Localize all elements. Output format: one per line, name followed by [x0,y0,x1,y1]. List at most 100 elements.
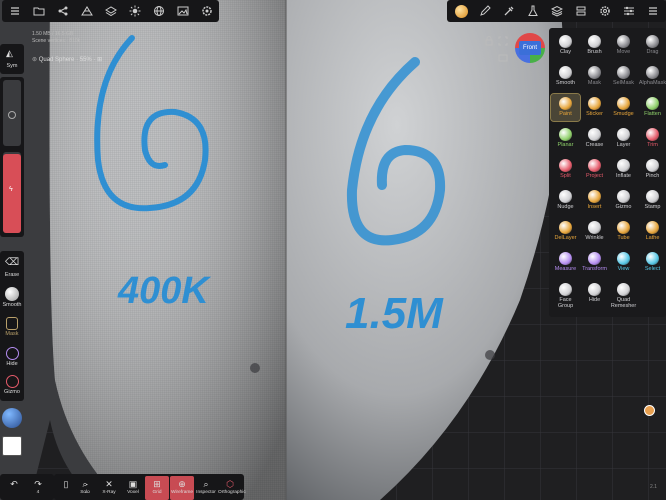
tool-gizmo[interactable]: Gizmo [2,375,22,395]
tool-drag[interactable]: Drag [638,32,666,59]
tool-view[interactable]: View [609,249,638,276]
sun-icon[interactable] [127,3,143,19]
tool-selmask[interactable]: SelMask [609,63,638,90]
tool-crease[interactable]: Crease [580,125,609,152]
tool-transform[interactable]: Transform [580,249,609,276]
tool-mask[interactable]: Mask [580,63,609,90]
layers-alt-icon[interactable] [573,3,589,19]
gear-icon[interactable] [597,3,613,19]
select-icon [646,252,659,265]
menu-icon[interactable] [645,3,661,19]
tool-alphamask[interactable]: AlphaMask [638,63,666,90]
bottom-btn-voxel[interactable]: ▣ Voxel [121,476,145,500]
material-icon[interactable] [453,3,469,19]
share-icon[interactable] [55,3,71,19]
tool-hide[interactable]: Hide [580,280,609,307]
tool-select[interactable]: Select [638,249,666,276]
sym-button[interactable]: ◭ Sym [0,44,24,74]
folder-icon[interactable] [31,3,47,19]
tool-label: SelMask [612,80,635,86]
mesh-icon[interactable] [79,3,95,19]
flask-icon[interactable] [525,3,541,19]
bottom-btn-inspector[interactable]: ⌕ Inspector [194,476,218,500]
tool-label: Tube [617,235,630,241]
settings-icon[interactable] [199,3,215,19]
tool-split[interactable]: Split [551,156,580,183]
tool-quad-remesher[interactable]: Quad Remesher [609,280,638,309]
tool-trim[interactable]: Trim [638,125,666,152]
scene-object-name[interactable]: ⊛ Quad Sphere · 55% · ⊞ [32,56,102,63]
selmask-icon [617,66,630,79]
tool-layer[interactable]: Layer [609,125,638,152]
bottom-btn-solo[interactable]: ⌕ Solo [73,476,97,500]
tool-mask-label: Mask [5,331,19,337]
tool-hide[interactable]: Hide [2,347,22,367]
tool-measure[interactable]: Measure [551,249,580,276]
tool-move[interactable]: Move [609,32,638,59]
image-icon[interactable] [175,3,191,19]
tool-label: Trim [647,142,658,148]
eyedropper-icon[interactable] [501,3,517,19]
material-sphere[interactable] [2,408,22,428]
tool-pinch[interactable]: Pinch [638,156,666,183]
size-slider-handle[interactable] [8,111,16,119]
size-slider[interactable] [3,80,21,146]
tool-flatten[interactable]: Flatten [638,94,666,121]
tool-clay[interactable]: Clay [551,32,580,59]
view-gizmo[interactable]: Front [515,33,545,63]
corner-label: 2.1 [650,484,657,490]
tool-mask[interactable]: Mask [2,317,22,337]
tool-smudge[interactable]: Smudge [609,94,638,121]
alphamask-icon [646,66,659,79]
bottom-btn-xray[interactable]: ✕ X-Ray [97,476,121,500]
mask-icon [588,66,601,79]
drag-icon [646,35,659,48]
tool-tube[interactable]: Tube [609,218,638,245]
crease-icon [588,128,601,141]
tube-icon [617,221,630,234]
tool-smooth[interactable]: Smooth [2,287,22,308]
quad-remesher-icon [617,283,630,296]
tool-dellayer[interactable]: DelLayer [551,218,580,245]
trim-icon [646,128,659,141]
hide-icon [5,347,19,360]
tool-gizmo[interactable]: Gizmo [609,187,638,214]
tool-lathe[interactable]: Lathe [638,218,666,245]
tool-project[interactable]: Project [580,156,609,183]
tool-label: Planar [557,142,574,148]
globe-icon[interactable] [151,3,167,19]
intensity-slider[interactable]: ϟ [3,152,21,233]
tool-paint[interactable]: Paint [550,93,581,122]
scene-stats-vertices: Scene vertices · 810k [32,38,81,44]
move-icon [617,35,630,48]
undo-button[interactable]: ↶ [2,476,26,500]
frame-icon[interactable] [495,33,511,49]
right-label-1-5m: 1.5M [345,289,444,338]
tool-planar[interactable]: Planar [551,125,580,152]
tool-insert[interactable]: Insert [580,187,609,214]
tool-face-group[interactable]: Face Group [551,280,580,309]
sym-label: Sym [6,63,18,69]
tool-smooth[interactable]: Smooth [551,63,580,90]
color-swatch[interactable] [2,436,22,456]
bottom-btn-grid[interactable]: ⊞ Grid [145,476,169,500]
corner-pivot-icon[interactable] [644,405,655,416]
redo-icon: ↷ [34,479,42,489]
bottom-btn-wireframe[interactable]: ⊕ Wireframe [170,476,194,500]
tool-sticker[interactable]: Sticker [580,94,609,121]
sliders-icon[interactable] [621,3,637,19]
redo-button[interactable]: ↷ 4 [26,476,50,500]
stack-icon[interactable] [549,3,565,19]
layers-icon[interactable] [103,3,119,19]
bottom-btn-orthographic[interactable]: ⬡ Orthographic [218,476,246,500]
tool-brush[interactable]: Brush [580,32,609,59]
tool-wrinkle[interactable]: Wrinkle [580,218,609,245]
top-left-toolbar [2,0,219,22]
tool-nudge[interactable]: Nudge [551,187,580,214]
tool-inflate[interactable]: Inflate [609,156,638,183]
camera-frame-icon[interactable] [495,50,511,66]
tool-stamp[interactable]: Stamp [638,187,666,214]
list-icon[interactable] [7,3,23,19]
tool-erase[interactable]: ⌫ Erase [2,257,22,278]
pen-icon[interactable] [477,3,493,19]
